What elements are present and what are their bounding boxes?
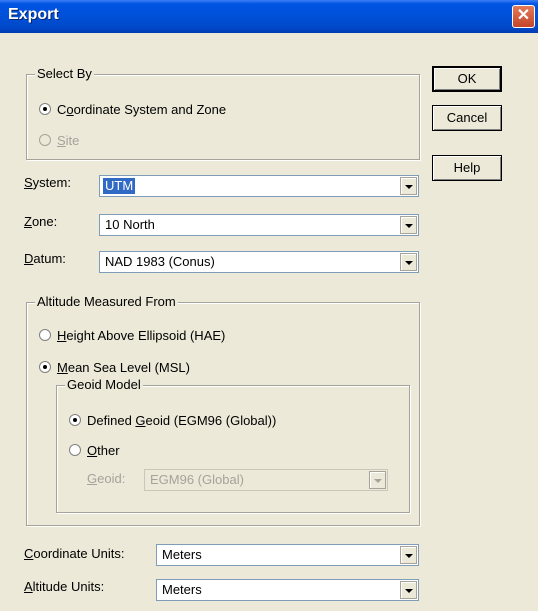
radio-other[interactable]: Other [69,441,120,459]
ok-button[interactable]: OK [432,66,502,92]
altitude-group: Altitude Measured From Height Above Elli… [26,294,420,526]
radio-unselected-icon [39,329,51,341]
dialog-title: Export [8,6,59,23]
radio-selected-icon [39,103,51,115]
radio-selected-icon [39,361,51,373]
radio-unselected-icon [39,134,51,146]
datum-label: Datum: [24,251,66,266]
coordinate-units-label: Coordinate Units: [24,546,125,561]
radio-msl[interactable]: Mean Sea Level (MSL) [39,358,190,376]
coordinate-units-value: Meters [162,547,202,562]
radio-hae-label: Height Above Ellipsoid (HAE) [57,327,226,343]
chevron-down-icon[interactable] [400,216,417,234]
cancel-button[interactable]: Cancel [432,105,502,131]
select-by-group: Select By Coordinate System and Zone Sit… [26,66,420,160]
close-button[interactable]: ✕ [512,5,535,28]
datum-value: NAD 1983 (Conus) [105,254,215,269]
geoid-dropdown: EGM96 (Global) [144,469,388,491]
radio-defined-geoid[interactable]: Defined Geoid (EGM96 (Global)) [69,411,276,429]
system-label: System: [24,175,71,190]
chevron-down-icon[interactable] [400,581,417,599]
radio-unselected-icon [69,444,81,456]
radio-site-label: Site [57,132,80,148]
radio-coordinate-label: Coordinate System and Zone [57,101,227,117]
geoid-model-group: Geoid Model Defined Geoid (EGM96 (Global… [56,377,410,513]
close-icon: ✕ [516,7,531,24]
altitude-units-label: Altitude Units: [24,579,105,594]
altitude-units-value: Meters [162,582,202,597]
zone-value: 10 North [105,217,155,232]
coordinate-units-dropdown[interactable]: Meters [156,544,419,566]
radio-msl-label: Mean Sea Level (MSL) [57,359,190,375]
radio-site: Site [39,131,79,149]
chevron-down-icon[interactable] [400,546,417,564]
radio-selected-icon [69,414,81,426]
chevron-down-icon [369,471,386,489]
title-bar[interactable]: Export ✕ [0,0,538,33]
datum-dropdown[interactable]: NAD 1983 (Conus) [99,251,419,273]
geoid-model-legend: Geoid Model [65,377,143,393]
geoid-label: Geoid: [87,471,126,486]
help-button[interactable]: Help [432,155,502,181]
system-dropdown[interactable]: UTM [99,175,419,197]
chevron-down-icon[interactable] [400,177,417,195]
export-dialog: Export ✕ Select By Coordinate System and… [0,0,538,611]
radio-coordinate-system-zone[interactable]: Coordinate System and Zone [39,100,226,118]
zone-dropdown[interactable]: 10 North [99,214,419,236]
geoid-value: EGM96 (Global) [150,472,244,487]
chevron-down-icon[interactable] [400,253,417,271]
zone-label: Zone: [24,214,58,229]
radio-hae[interactable]: Height Above Ellipsoid (HAE) [39,326,225,344]
select-by-legend: Select By [35,66,94,82]
radio-other-label: Other [87,442,120,458]
altitude-legend: Altitude Measured From [35,294,178,310]
altitude-units-dropdown[interactable]: Meters [156,579,419,601]
system-value: UTM [103,178,136,194]
radio-defined-geoid-label: Defined Geoid (EGM96 (Global)) [87,412,277,428]
